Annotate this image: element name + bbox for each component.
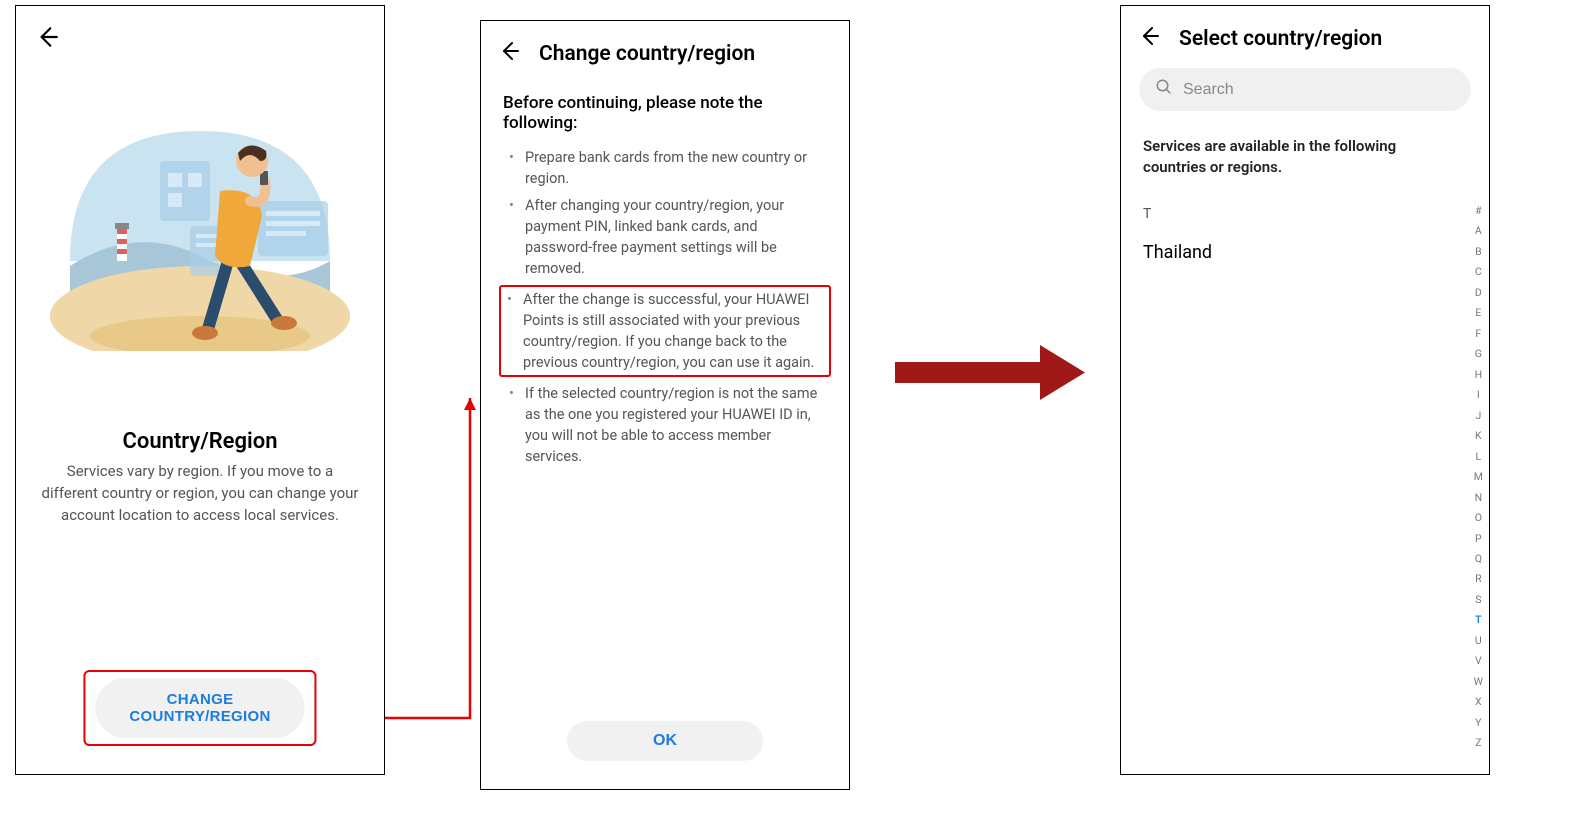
- alpha-index-letter[interactable]: L: [1476, 447, 1482, 467]
- notice-item-highlighted: After the change is successful, your HUA…: [499, 285, 831, 377]
- country-section: T Thailand: [1143, 206, 1449, 273]
- screen-select-country-region: Select country/region Services are avail…: [1120, 5, 1490, 775]
- alpha-index-letter[interactable]: Z: [1475, 733, 1481, 753]
- section-letter: T: [1143, 206, 1449, 222]
- alpha-index-letter[interactable]: V: [1475, 651, 1482, 671]
- illustration-person-walking: [50, 61, 350, 351]
- alpha-index-letter[interactable]: C: [1475, 262, 1482, 282]
- alpha-index-letter[interactable]: Y: [1475, 713, 1481, 733]
- notice-item: After changing your country/region, your…: [503, 195, 827, 279]
- notice-item: Prepare bank cards from the new country …: [503, 147, 827, 189]
- screen-country-region: Country/Region Services vary by region. …: [15, 5, 385, 775]
- alpha-index-letter[interactable]: P: [1475, 529, 1482, 549]
- alpha-index-letter[interactable]: U: [1475, 631, 1482, 651]
- alpha-index-letter[interactable]: K: [1475, 426, 1482, 446]
- flow-arrow-1: [385, 398, 480, 733]
- alpha-index-letter[interactable]: H: [1475, 365, 1483, 385]
- alpha-index-letter[interactable]: E: [1475, 303, 1481, 323]
- search-input[interactable]: [1183, 81, 1455, 99]
- back-arrow-icon[interactable]: [34, 24, 60, 55]
- alpha-index-letter[interactable]: O: [1475, 508, 1482, 528]
- page-title: Country/Region: [16, 429, 384, 454]
- alpha-index-letter[interactable]: F: [1475, 324, 1481, 344]
- alpha-index-letter[interactable]: N: [1475, 488, 1483, 508]
- alpha-index-letter[interactable]: W: [1474, 672, 1483, 692]
- back-arrow-icon[interactable]: [1137, 24, 1161, 54]
- ok-button-wrap: OK: [567, 721, 763, 761]
- screen2-title: Change country/region: [539, 42, 755, 66]
- search-field[interactable]: [1139, 68, 1471, 111]
- alpha-index-letter[interactable]: Q: [1475, 549, 1482, 569]
- screen3-title: Select country/region: [1179, 27, 1382, 51]
- notice-list: Prepare bank cards from the new country …: [503, 147, 827, 467]
- alpha-index-letter[interactable]: A: [1475, 221, 1482, 241]
- alpha-index-letter[interactable]: M: [1474, 467, 1483, 487]
- change-country-button-highlight: CHANGE COUNTRY/REGION: [83, 670, 316, 746]
- alpha-index-letter[interactable]: J: [1475, 406, 1481, 426]
- alpha-index-letter[interactable]: T: [1475, 610, 1481, 630]
- availability-note: Services are available in the following …: [1143, 136, 1449, 178]
- notice-lead: Before continuing, please note the follo…: [503, 93, 827, 133]
- alpha-index-letter[interactable]: S: [1475, 590, 1481, 610]
- search-icon: [1155, 78, 1173, 101]
- ok-button[interactable]: OK: [567, 721, 763, 761]
- alpha-index-letter[interactable]: I: [1477, 385, 1480, 405]
- alpha-index-letter[interactable]: #: [1475, 201, 1481, 221]
- page-description: Services vary by region. If you move to …: [40, 461, 360, 526]
- alpha-index-letter[interactable]: R: [1475, 569, 1481, 589]
- alpha-index-letter[interactable]: B: [1475, 242, 1482, 262]
- alpha-index-letter[interactable]: G: [1475, 344, 1482, 364]
- screen2-header: Change country/region: [481, 39, 849, 69]
- change-country-region-button[interactable]: CHANGE COUNTRY/REGION: [95, 678, 304, 738]
- alpha-index-letter[interactable]: X: [1475, 692, 1482, 712]
- screen3-header: Select country/region: [1121, 24, 1489, 54]
- screen-change-country-region: Change country/region Before continuing,…: [480, 20, 850, 790]
- alpha-index[interactable]: #ABCDEFGHIJKLMNOPQRSTUVWXYZ: [1474, 201, 1483, 754]
- country-item-thailand[interactable]: Thailand: [1143, 232, 1449, 273]
- alpha-index-letter[interactable]: D: [1475, 283, 1482, 303]
- back-arrow-icon[interactable]: [497, 39, 521, 69]
- notice-item: If the selected country/region is not th…: [503, 383, 827, 467]
- flow-arrow-2: [895, 345, 1085, 400]
- notice-body: Before continuing, please note the follo…: [503, 93, 827, 473]
